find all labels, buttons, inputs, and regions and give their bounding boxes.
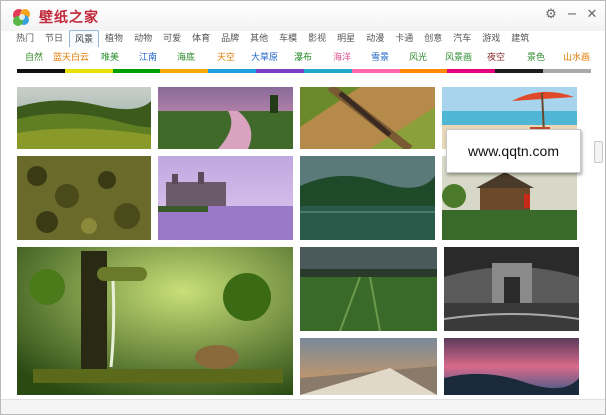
wallpaper-thumb[interactable] (158, 87, 293, 149)
color-swatch[interactable] (303, 69, 352, 73)
category-tab[interactable]: 建筑 (506, 30, 534, 47)
color-swatch[interactable] (351, 69, 400, 73)
coast-dusk-image (444, 338, 579, 395)
category-tab[interactable]: 体育 (187, 30, 215, 47)
color-swatch[interactable] (208, 69, 257, 73)
subcategory-link[interactable]: 瀑布 (294, 50, 312, 64)
grass-storm-image (300, 247, 437, 331)
category-tab[interactable]: 其他 (245, 30, 273, 47)
color-swatch[interactable] (447, 69, 496, 73)
category-tab[interactable]: 植物 (100, 30, 128, 47)
wallpaper-thumb[interactable] (300, 156, 435, 240)
category-tab[interactable]: 节日 (40, 30, 68, 47)
color-swatch[interactable] (543, 69, 591, 73)
color-filter-bar (17, 69, 591, 73)
category-tab[interactable]: 品牌 (216, 30, 244, 47)
subcategory-link[interactable]: 天空 (217, 50, 235, 64)
category-tab[interactable]: 风景 (69, 30, 100, 47)
subcategory-link[interactable]: 蓝天白云 (53, 50, 89, 64)
wallpaper-thumb[interactable] (300, 338, 437, 395)
category-tab[interactable]: 车模 (274, 30, 302, 47)
color-swatch[interactable] (495, 69, 544, 73)
category-tab[interactable]: 影视 (303, 30, 331, 47)
subcategory-link[interactable]: 自然 (25, 50, 43, 64)
subcategory-link[interactable]: 雪景 (371, 50, 389, 64)
minimize-button[interactable]: − (564, 7, 580, 23)
category-tab[interactable]: 热门 (11, 30, 39, 47)
subcategory-link[interactable]: 山水画 (563, 50, 590, 64)
category-tab[interactable]: 创意 (419, 30, 447, 47)
subcategory-link[interactable]: 江南 (139, 50, 157, 64)
wallpaper-thumb[interactable] (300, 247, 437, 331)
color-swatch[interactable] (112, 69, 161, 73)
subcategory-link[interactable]: 夜空 (487, 50, 505, 64)
category-tab[interactable]: 卡通 (390, 30, 418, 47)
app-logo-icon (13, 9, 30, 26)
color-swatch[interactable] (160, 69, 209, 73)
watermark-text: www.qqtn.com (446, 129, 581, 173)
color-swatch[interactable] (64, 69, 113, 73)
castle-lake-image (158, 156, 293, 240)
arc-de-triomphe-image (444, 247, 579, 331)
bamboo-water-image (17, 247, 293, 395)
forest-lake-image (300, 156, 435, 240)
color-swatch[interactable] (256, 69, 304, 73)
color-swatch[interactable] (399, 69, 448, 73)
subcategory-link[interactable]: 海底 (177, 50, 195, 64)
scroll-handle[interactable] (594, 141, 603, 163)
subcategory-link[interactable]: 唯美 (101, 50, 119, 64)
wallpaper-thumb[interactable] (17, 247, 293, 395)
subcategory-link[interactable]: 大草原 (251, 50, 278, 64)
wallpaper-thumb[interactable] (444, 338, 579, 395)
river-sunset-image (158, 87, 293, 149)
subcategory-row: 自然 蓝天白云 唯美 江南 海底 天空 大草原 瀑布 海洋 雪景 风光 风景画 夜空 景色 山水画 (17, 50, 593, 64)
street-sunset-image (300, 338, 437, 395)
subcategory-link[interactable]: 景色 (527, 50, 545, 64)
train-field-image (300, 87, 435, 149)
settings-icon[interactable]: ⚙ (543, 7, 559, 23)
category-tab[interactable]: 明星 (332, 30, 360, 47)
category-tabs: 热门 节日 风景 植物 动物 可爱 体育 品牌 其他 车模 影视 明星 动漫 卡通 创意 汽车 游戏 建筑 (11, 30, 601, 48)
subcategory-link[interactable]: 风景画 (445, 50, 472, 64)
subcategory-link[interactable]: 风光 (409, 50, 427, 64)
status-bar (1, 399, 605, 414)
category-tab[interactable]: 汽车 (448, 30, 476, 47)
app-title: 壁纸之家 (39, 10, 99, 26)
app-window: 壁纸之家 ⚙ − ✕ 热门 节日 风景 植物 动物 可爱 体育 品牌 其他 车模 影视 明星 动漫 卡通创… (0, 0, 606, 415)
category-tab[interactable]: 动漫 (361, 30, 389, 47)
green-hills-image (17, 87, 151, 149)
wallpaper-thumb[interactable] (300, 87, 435, 149)
category-tab[interactable]: 可爱 (158, 30, 186, 47)
subcategory-link[interactable]: 海洋 (333, 50, 351, 64)
close-button[interactable]: ✕ (584, 7, 600, 23)
category-tab[interactable]: 动物 (129, 30, 157, 47)
color-swatch[interactable] (17, 69, 65, 73)
category-tab[interactable]: 游戏 (477, 30, 505, 47)
wallpaper-thumb[interactable] (17, 156, 151, 240)
wallpaper-thumb[interactable] (17, 87, 151, 149)
title-bar: 壁纸之家 ⚙ − ✕ (1, 1, 605, 31)
wallpaper-thumb[interactable] (444, 247, 579, 331)
wallpaper-thumb[interactable] (158, 156, 293, 240)
aerial-trees-image (17, 156, 151, 240)
